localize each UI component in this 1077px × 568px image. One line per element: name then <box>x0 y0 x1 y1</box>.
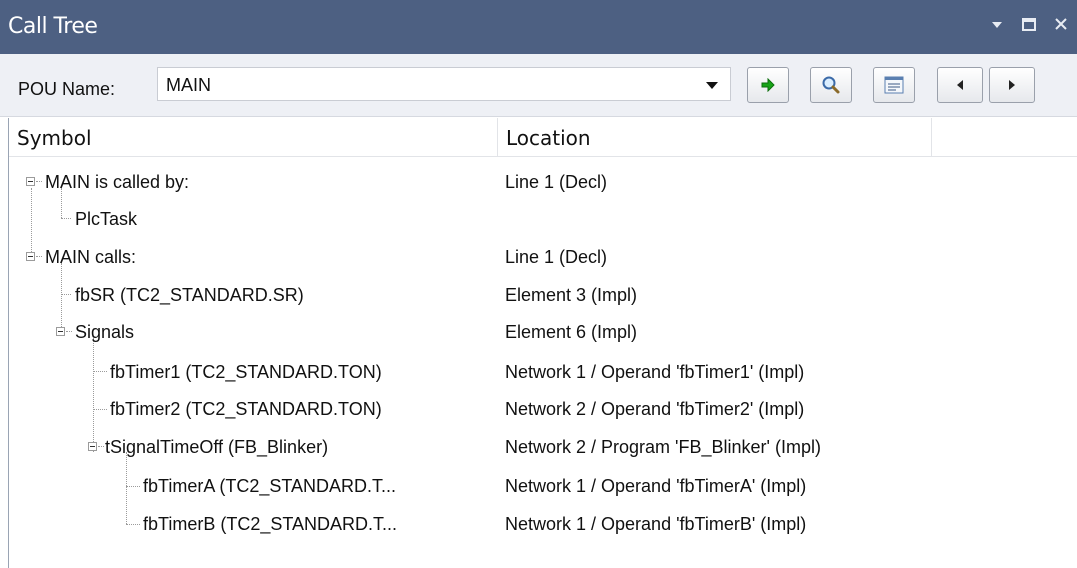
tree-row[interactable]: tSignalTimeOff (FB_Blinker) Network 2 / … <box>9 428 1069 466</box>
combo-arrow-icon[interactable] <box>706 82 718 89</box>
tree-row[interactable]: fbSR (TC2_STANDARD.SR) Element 3 (Impl) <box>9 276 1069 314</box>
search-button[interactable] <box>810 67 852 103</box>
maximize-icon[interactable] <box>1019 14 1039 39</box>
collapse-icon[interactable] <box>88 442 97 451</box>
properties-icon <box>884 76 904 94</box>
close-icon[interactable] <box>1051 14 1071 39</box>
row-location: Network 1 / Operand 'fbTimerB' (Impl) <box>505 514 807 534</box>
tree-row[interactable]: MAIN calls: Line 1 (Decl) <box>9 238 1069 276</box>
pou-name-combobox[interactable]: MAIN <box>157 67 731 101</box>
row-symbol: Signals <box>75 322 135 342</box>
row-symbol: fbTimer2 (TC2_STANDARD.TON) <box>110 399 382 419</box>
previous-button[interactable] <box>937 67 983 103</box>
row-location: Element 3 (Impl) <box>505 285 638 305</box>
tree-row[interactable]: PlcTask <box>9 200 1069 238</box>
collapse-icon[interactable] <box>56 327 65 336</box>
tree-row[interactable]: MAIN is called by: Line 1 (Decl) <box>9 163 1069 201</box>
row-location: Line 1 (Decl) <box>505 172 608 192</box>
collapse-icon[interactable] <box>26 177 35 186</box>
window-title: Call Tree <box>8 14 98 39</box>
next-button[interactable] <box>989 67 1035 103</box>
row-symbol: fbTimer1 (TC2_STANDARD.TON) <box>110 362 382 382</box>
column-header: Symbol Location <box>9 118 1077 157</box>
row-symbol: fbTimerA (TC2_STANDARD.T... <box>143 476 397 496</box>
tree-row[interactable]: fbTimerA (TC2_STANDARD.T... Network 1 / … <box>9 467 1069 505</box>
title-bar: Call Tree <box>0 0 1077 54</box>
tree-row[interactable]: fbTimer1 (TC2_STANDARD.TON) Network 1 / … <box>9 353 1069 391</box>
dropdown-icon[interactable] <box>987 14 1007 39</box>
tree-row[interactable]: fbTimer2 (TC2_STANDARD.TON) Network 2 / … <box>9 390 1069 428</box>
search-icon <box>822 76 840 94</box>
title-bar-buttons <box>987 14 1071 39</box>
row-location: Network 1 / Operand 'fbTimer1' (Impl) <box>505 362 805 382</box>
pou-name-label: POU Name: <box>18 79 116 99</box>
row-location: Element 6 (Impl) <box>505 322 638 342</box>
row-location: Network 2 / Operand 'fbTimer2' (Impl) <box>505 399 805 419</box>
row-symbol: MAIN is called by: <box>45 172 190 192</box>
location-column-header[interactable]: Location <box>498 118 932 156</box>
pou-name-value: MAIN <box>166 75 211 95</box>
goto-arrow-icon <box>761 78 775 92</box>
row-symbol: fbSR (TC2_STANDARD.SR) <box>75 285 304 305</box>
tree-row[interactable]: Signals Element 6 (Impl) <box>9 313 1069 351</box>
row-location: Network 2 / Program 'FB_Blinker' (Impl) <box>505 437 821 457</box>
goto-button[interactable] <box>747 67 789 103</box>
row-location: Network 1 / Operand 'fbTimerA' (Impl) <box>505 476 807 496</box>
collapse-icon[interactable] <box>26 252 35 261</box>
symbol-column-header[interactable]: Symbol <box>9 118 498 156</box>
row-symbol: fbTimerB (TC2_STANDARD.T... <box>143 514 398 534</box>
tree-row[interactable]: fbTimerB (TC2_STANDARD.T... Network 1 / … <box>9 505 1069 543</box>
properties-button[interactable] <box>873 67 915 103</box>
header-filler <box>932 118 1077 156</box>
row-symbol: tSignalTimeOff (FB_Blinker) <box>105 437 329 457</box>
previous-icon <box>957 80 963 90</box>
row-symbol: MAIN calls: <box>45 247 137 267</box>
row-symbol: PlcTask <box>75 209 138 229</box>
row-location: Line 1 (Decl) <box>505 247 608 267</box>
next-icon <box>1009 80 1015 90</box>
